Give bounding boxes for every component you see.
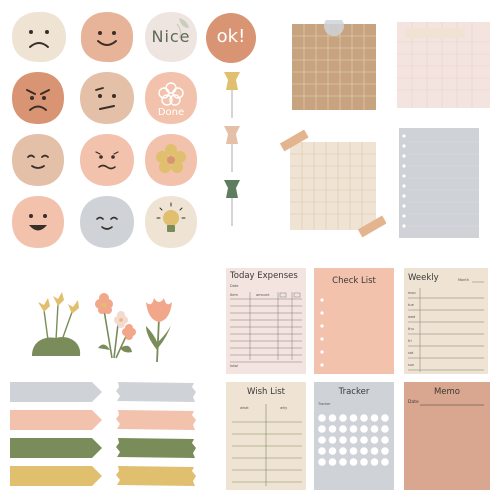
sticker-lightbulb: [143, 194, 199, 250]
tracker-day-dot: [328, 425, 337, 433]
washi-tape-green: [116, 438, 196, 458]
push-pin-yellow-icon: [220, 70, 244, 120]
sticker-content-face: [10, 132, 66, 188]
tracker-day-dot: [349, 447, 358, 455]
sticker-sad-face: [10, 10, 68, 64]
arrow-tape-grey: [10, 382, 102, 402]
sticker-happy-face: [10, 194, 66, 250]
tracker-day-dot: [381, 414, 389, 422]
nice-label: Nice: [151, 27, 191, 46]
done-label: Done: [157, 107, 185, 118]
arrow-tape-pink: [10, 410, 102, 430]
grid-note-cream: [280, 130, 386, 238]
grid-note-pink: [397, 22, 490, 108]
tracker-day-dot: [339, 447, 347, 455]
planner-today-expenses: Today Expenses Date Item amount total: [226, 268, 306, 374]
washi-tape-grey: [116, 382, 196, 402]
tracker-day-dot: [349, 414, 358, 422]
tracker-day-dot: [360, 458, 368, 466]
tracker-day-dot: [360, 447, 368, 455]
arrow-tape-yellow: [10, 466, 102, 486]
washi-tape-pink: [116, 410, 196, 430]
tracker-day-dot: [381, 436, 389, 444]
sticker-calm-face: [78, 194, 136, 250]
flower-bouquet-illustration: [90, 292, 138, 364]
tracker-day-dot: [318, 447, 326, 455]
washi-tape-yellow: [116, 466, 196, 486]
tracker-day-dot: [339, 436, 347, 444]
tracker-day-dot: [381, 458, 389, 466]
sticker-done: Done: [143, 70, 199, 126]
tracker-day-dot: [339, 414, 347, 422]
planner-tracker: Tracker Tracker: [314, 382, 394, 490]
tracker-day-dot: [360, 425, 368, 433]
arrow-tape-green: [10, 438, 102, 458]
tulip-illustration: [142, 292, 176, 364]
planner-weekly: Weekly Month mon tue wed thu fri sat sun: [404, 268, 488, 374]
tracker-day-dot: [360, 414, 368, 422]
notebook-page-grey: [399, 128, 479, 238]
tracker-day-dot: [339, 458, 347, 466]
sticker-flower: [143, 132, 199, 188]
tracker-day-dot: [318, 436, 326, 444]
planner-wish-list: Wish List what why: [226, 382, 306, 490]
tracker-day-dot: [318, 425, 326, 433]
tracker-day-dot: [370, 436, 379, 444]
sticker-unsure-face: [78, 70, 136, 126]
flower-bush-illustration: [28, 290, 84, 366]
tracker-day-dot: [360, 436, 368, 444]
tracker-day-dot: [349, 436, 358, 444]
tracker-day-dot: [328, 436, 337, 444]
tracker-day-dot: [370, 414, 379, 422]
tracker-day-dot: [349, 458, 358, 466]
tracker-day-dot: [381, 447, 389, 455]
tracker-day-dot: [349, 425, 358, 433]
tracker-day-dot: [328, 458, 337, 466]
tracker-day-dot: [370, 458, 379, 466]
tracker-day-dot: [339, 425, 347, 433]
tracker-day-dot: [318, 458, 326, 466]
sticker-angry-face: [10, 70, 66, 126]
tracker-day-dot: [370, 447, 379, 455]
planner-check-list: Check List: [314, 268, 394, 374]
sticker-smile-face: [78, 10, 136, 64]
tracker-day-dot: [328, 447, 337, 455]
push-pin-peach-icon: [220, 124, 244, 174]
push-pin-green-icon: [220, 178, 244, 228]
sticker-shy-face: [78, 132, 136, 188]
tracker-day-dot: [318, 414, 326, 422]
sticker-nice: Nice: [143, 10, 199, 64]
grid-note-brown: [292, 20, 376, 110]
ok-label: ok!: [216, 26, 246, 47]
sticker-ok: ok!: [205, 12, 257, 64]
tracker-day-dot: [328, 414, 337, 422]
tracker-day-dot: [381, 425, 389, 433]
tracker-day-dot: [370, 425, 379, 433]
planner-memo: Memo Date: [404, 382, 490, 490]
tracker-day-grid: [318, 414, 389, 466]
